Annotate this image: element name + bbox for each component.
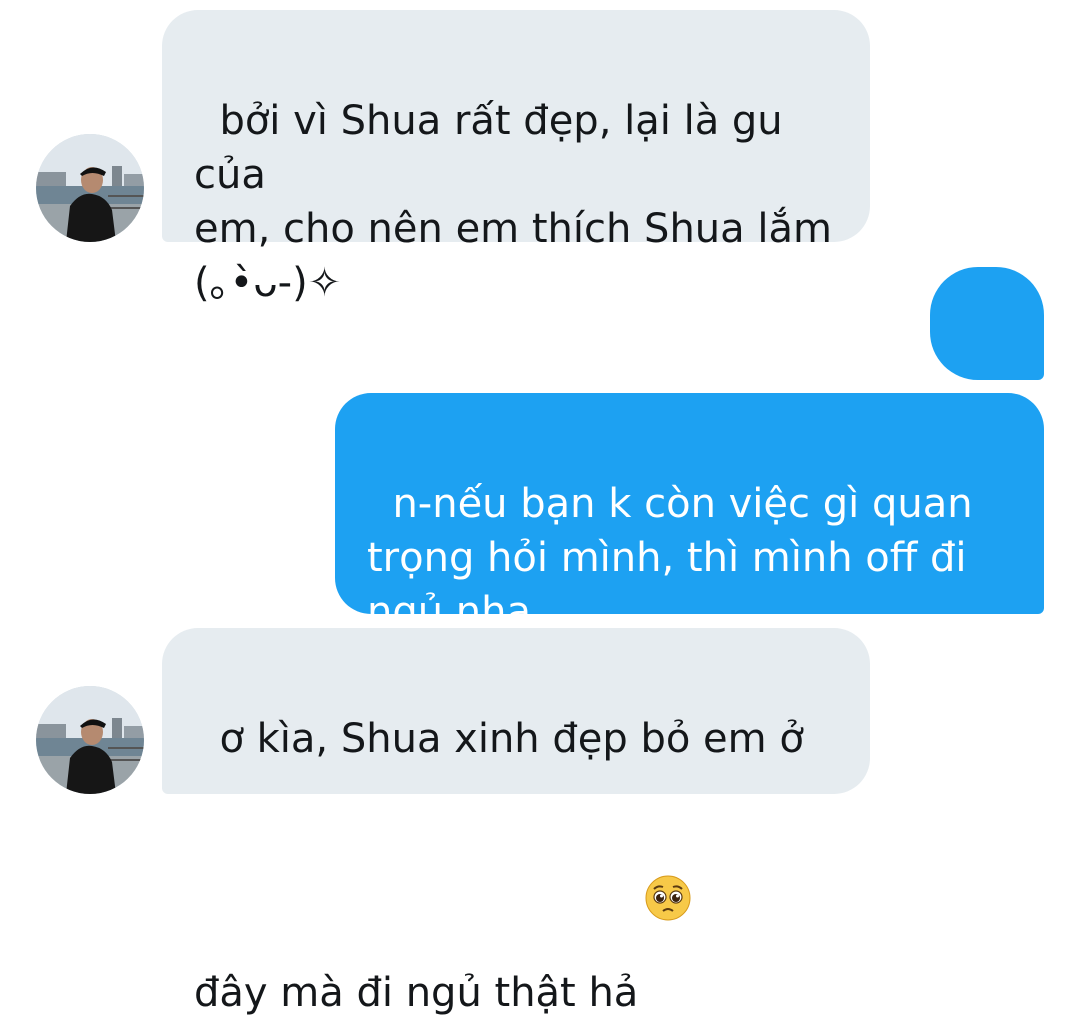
incoming-message-bubble[interactable]: ơ kìa, Shua xinh đẹp bỏ em ở đây mà đi n… [162,628,870,1016]
user-avatar-photo [36,134,144,242]
user-avatar-photo [36,686,144,794]
message-text: n-nếu bạn k còn việc gì quan trọng hỏi m… [367,481,973,635]
incoming-message-bubble[interactable]: bởi vì Shua rất đẹp, lại là gu của em, c… [162,10,870,306]
sender-avatar[interactable] [36,134,144,242]
message-text: bởi vì Shua rất đẹp, lại là gu của em, c… [194,98,832,306]
sender-avatar[interactable] [36,686,144,794]
anxious-face-with-sweat-emoji [963,299,1013,456]
outgoing-message-bubble[interactable]: n-nếu bạn k còn việc gì quan trọng hỏi m… [335,393,1044,635]
outgoing-message-bubble[interactable] [930,267,1044,456]
pleading-face-emoji [644,766,692,921]
message-text: ơ kìa, Shua xinh đẹp bỏ em ở đây mà đi n… [194,716,804,1016]
